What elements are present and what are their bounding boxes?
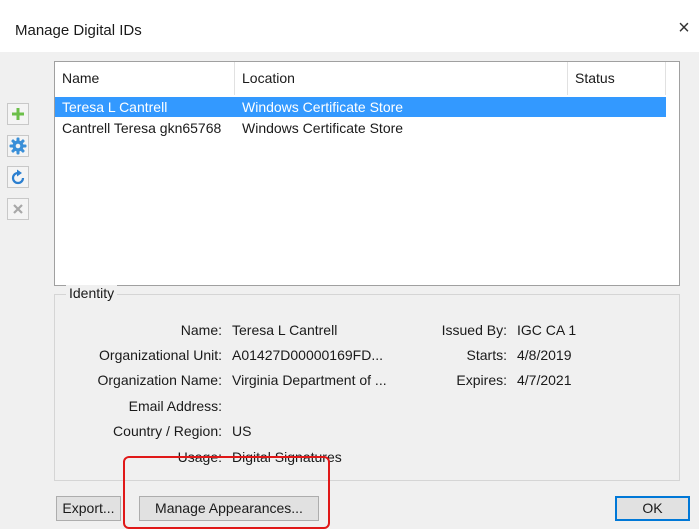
column-header-name[interactable]: Name	[55, 62, 235, 95]
org-name-value: Virginia Department of ...	[232, 372, 387, 388]
manage-digital-ids-dialog: Manage Digital IDs × Name Location Statu…	[0, 0, 699, 529]
plus-icon	[12, 108, 24, 120]
country-value: US	[232, 423, 252, 439]
id-name: Teresa L Cantrell	[62, 99, 168, 115]
org-name-label: Organization Name:	[97, 372, 222, 388]
column-header-status[interactable]: Status	[568, 62, 666, 95]
email-label: Email Address:	[128, 398, 222, 414]
refresh-button[interactable]	[7, 166, 29, 188]
starts-label: Starts:	[466, 347, 507, 363]
id-location: Windows Certificate Store	[242, 99, 404, 115]
digital-id-list[interactable]: Name Location Status Teresa L Cantrell W…	[54, 61, 680, 286]
issued-by-value: IGC CA 1	[517, 322, 577, 338]
issued-by-label: Issued By:	[441, 322, 507, 338]
add-id-button[interactable]	[7, 103, 29, 125]
ok-button[interactable]: OK	[615, 496, 690, 521]
dialog-title: Manage Digital IDs	[15, 22, 142, 39]
usage-value: Digital Signatures	[232, 449, 342, 465]
org-unit-value: A01427D00000169FD...	[232, 347, 383, 363]
list-item[interactable]: Teresa L Cantrell Windows Certificate St…	[55, 97, 666, 117]
remove-id-button[interactable]	[7, 198, 29, 220]
identity-group-title: Identity	[66, 285, 118, 301]
starts-value: 4/8/2019	[517, 347, 572, 363]
expires-value: 4/7/2021	[517, 372, 572, 388]
org-unit-label: Organizational Unit:	[99, 347, 222, 363]
id-location: Windows Certificate Store	[242, 120, 404, 136]
country-label: Country / Region:	[113, 423, 222, 439]
usage-label: Usage:	[177, 449, 222, 465]
export-button[interactable]: Export...	[56, 496, 121, 521]
name-value: Teresa L Cantrell	[232, 322, 338, 338]
list-header: Name Location Status	[55, 62, 679, 95]
delete-icon	[13, 204, 23, 214]
id-name: Cantrell Teresa gkn65768	[62, 120, 222, 136]
manage-appearances-button[interactable]: Manage Appearances...	[139, 496, 319, 521]
refresh-icon	[11, 169, 25, 185]
column-header-location[interactable]: Location	[235, 62, 568, 95]
gear-icon	[9, 137, 27, 155]
identity-group: Identity Name: Teresa L Cantrell Organiz…	[54, 285, 680, 481]
close-button[interactable]: ×	[672, 14, 696, 42]
expires-label: Expires:	[456, 372, 507, 388]
settings-button[interactable]	[7, 135, 29, 157]
name-label: Name:	[180, 322, 222, 338]
list-item[interactable]: Cantrell Teresa gkn65768 Windows Certifi…	[55, 118, 666, 138]
